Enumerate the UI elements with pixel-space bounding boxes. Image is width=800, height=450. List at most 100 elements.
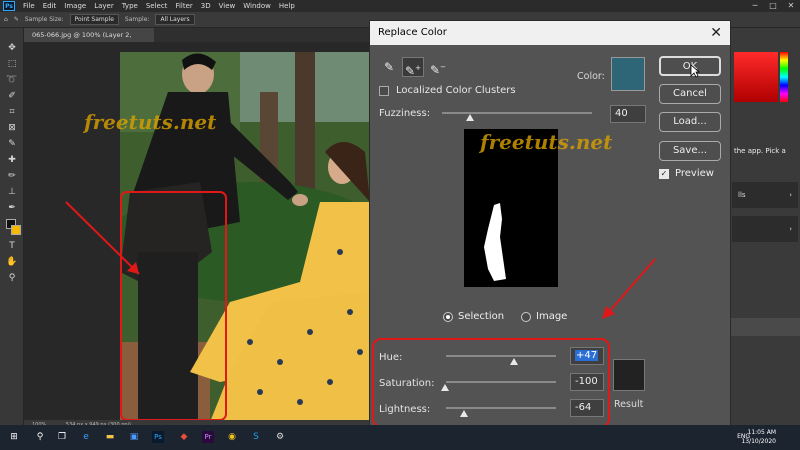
- fuzziness-slider-track[interactable]: [442, 112, 592, 114]
- pen-tool-icon[interactable]: ✒: [5, 202, 19, 214]
- learn-panel-text: the app. Pick a: [734, 147, 786, 155]
- hue-strip[interactable]: [780, 52, 788, 102]
- load-button[interactable]: Load...: [659, 112, 721, 132]
- menu-view[interactable]: View: [215, 2, 240, 10]
- eyedropper-icon[interactable]: ✎: [5, 138, 19, 150]
- chrome-icon[interactable]: ◉: [226, 431, 238, 443]
- menu-file[interactable]: File: [19, 2, 39, 10]
- clone-stamp-icon[interactable]: ⊥: [5, 186, 19, 198]
- window-controls: ─ □ ✕: [746, 0, 800, 12]
- background-color-swatch[interactable]: [11, 225, 21, 235]
- eyedropper-minus-icon[interactable]: ✎−: [427, 57, 449, 77]
- menu-filter[interactable]: Filter: [171, 2, 196, 10]
- saturation-slider-thumb[interactable]: [441, 384, 449, 391]
- screen: Ps File Edit Image Layer Type Select Fil…: [0, 0, 800, 450]
- hue-slider-thumb[interactable]: [510, 358, 518, 365]
- selection-radio-row[interactable]: Selection: [443, 311, 504, 322]
- menu-help[interactable]: Help: [275, 2, 299, 10]
- close-window-icon[interactable]: ✕: [782, 0, 800, 12]
- save-button[interactable]: Save...: [659, 141, 721, 161]
- replace-color-dialog: Replace Color ✕ ✎ ✎+ ✎− Localized Color …: [369, 20, 731, 430]
- hue-value: +47: [575, 350, 599, 361]
- folder-icon[interactable]: ▬: [104, 431, 116, 443]
- eyedropper-icon[interactable]: ✎: [378, 57, 400, 77]
- document-tab[interactable]: 065-066.jpg @ 100% (Layer 2, RGB/8) *×: [24, 28, 154, 53]
- minimize-icon[interactable]: ─: [746, 0, 764, 12]
- watermark-left: freetuts.net: [84, 110, 217, 134]
- type-tool-icon[interactable]: T: [5, 240, 19, 252]
- app-icon-red[interactable]: ◆: [178, 431, 190, 443]
- brush-tool-icon[interactable]: ✏: [5, 170, 19, 182]
- menu-type[interactable]: Type: [118, 2, 142, 10]
- localized-clusters-row[interactable]: Localized Color Clusters: [379, 85, 516, 96]
- search-icon[interactable]: ⚲: [34, 431, 46, 443]
- settings-gear-icon[interactable]: ⚙: [274, 431, 286, 443]
- lightness-slider-track[interactable]: [446, 407, 556, 409]
- learn-card-1[interactable]: lls ›: [732, 182, 798, 208]
- eyedropper-plus-icon[interactable]: ✎+: [402, 57, 424, 78]
- saturation-slider-track[interactable]: [446, 381, 556, 383]
- frame-tool-icon[interactable]: ⊠: [5, 122, 19, 134]
- fuzziness-input[interactable]: 40: [610, 105, 646, 123]
- result-label: Result: [614, 399, 644, 410]
- result-color-swatch[interactable]: [613, 359, 645, 391]
- color-picker-field[interactable]: [734, 52, 778, 102]
- tools-panel: ✥ ⬚ ➰ ✐ ⌗ ⊠ ✎ ✚ ✏ ⊥ ✒ T ✋ ⚲: [0, 28, 24, 425]
- move-tool-icon[interactable]: ✥: [5, 42, 19, 54]
- maximize-icon[interactable]: □: [764, 0, 782, 12]
- premiere-icon[interactable]: Pr: [202, 431, 214, 443]
- edge-icon[interactable]: e: [80, 431, 92, 443]
- preview-row[interactable]: ✓ Preview: [659, 168, 714, 179]
- fuzziness-slider-thumb[interactable]: [466, 114, 474, 121]
- preview-checkbox[interactable]: ✓: [659, 168, 669, 179]
- photoshop-taskbar-icon[interactable]: Ps: [152, 431, 164, 443]
- clock-date: 13/10/2020: [741, 438, 776, 445]
- home-icon[interactable]: ⌂: [4, 16, 8, 23]
- healing-brush-icon[interactable]: ✚: [5, 154, 19, 166]
- lightness-input[interactable]: -64: [570, 399, 604, 417]
- saturation-label: Saturation:: [379, 378, 435, 389]
- task-view-icon[interactable]: ❐: [56, 431, 68, 443]
- canvas-area[interactable]: [24, 42, 370, 422]
- marquee-tool-icon[interactable]: ⬚: [5, 58, 19, 70]
- image-radio-row[interactable]: Image: [521, 311, 567, 322]
- system-clock[interactable]: 11:05 AM 13/10/2020: [741, 428, 776, 446]
- learn-card-1-label: lls: [738, 191, 746, 199]
- quick-select-icon[interactable]: ✐: [5, 90, 19, 102]
- chevron-right-icon: ›: [789, 225, 792, 233]
- windows-start-icon[interactable]: ⊞: [8, 431, 20, 443]
- menu-window[interactable]: Window: [239, 2, 275, 10]
- color-label: Color:: [577, 71, 605, 82]
- zoom-tool-icon[interactable]: ⚲: [5, 272, 19, 284]
- image-radio[interactable]: [521, 311, 531, 322]
- hand-tool-icon[interactable]: ✋: [5, 256, 19, 268]
- hue-input[interactable]: +47: [570, 347, 604, 365]
- selection-radio[interactable]: [443, 311, 453, 322]
- chevron-right-icon: ›: [789, 191, 792, 199]
- layers-panel-row[interactable]: [730, 318, 800, 336]
- menu-image[interactable]: Image: [60, 2, 90, 10]
- lightness-slider-thumb[interactable]: [460, 410, 468, 417]
- selection-radio-label: Selection: [458, 311, 505, 322]
- menu-edit[interactable]: Edit: [39, 2, 61, 10]
- store-icon[interactable]: ▣: [128, 431, 140, 443]
- crop-tool-icon[interactable]: ⌗: [5, 106, 19, 118]
- sample-color-swatch[interactable]: [611, 57, 645, 91]
- localized-clusters-checkbox[interactable]: [379, 85, 389, 96]
- skype-icon[interactable]: S: [250, 431, 262, 443]
- right-panels: the app. Pick a lls › ›: [730, 28, 800, 425]
- sample-select[interactable]: All Layers: [155, 14, 195, 25]
- saturation-input[interactable]: -100: [570, 373, 604, 391]
- cancel-button[interactable]: Cancel: [659, 84, 721, 104]
- hue-slider-track[interactable]: [446, 355, 556, 357]
- sample-size-select[interactable]: Point Sample: [69, 14, 119, 25]
- menu-layer[interactable]: Layer: [90, 2, 118, 10]
- close-icon[interactable]: ✕: [710, 21, 722, 45]
- menu-3d[interactable]: 3D: [197, 2, 215, 10]
- windows-taskbar: ⊞ ⚲ ❐ e ▬ ▣ Ps ◆ Pr ◉ S ⚙ ENG 11:05 AM 1…: [0, 425, 800, 450]
- learn-card-2[interactable]: ›: [732, 216, 798, 242]
- menu-select[interactable]: Select: [142, 2, 172, 10]
- eyedropper-tool-icon[interactable]: ✎: [14, 16, 19, 23]
- lasso-tool-icon[interactable]: ➰: [5, 74, 19, 86]
- dialog-title: Replace Color: [378, 27, 447, 38]
